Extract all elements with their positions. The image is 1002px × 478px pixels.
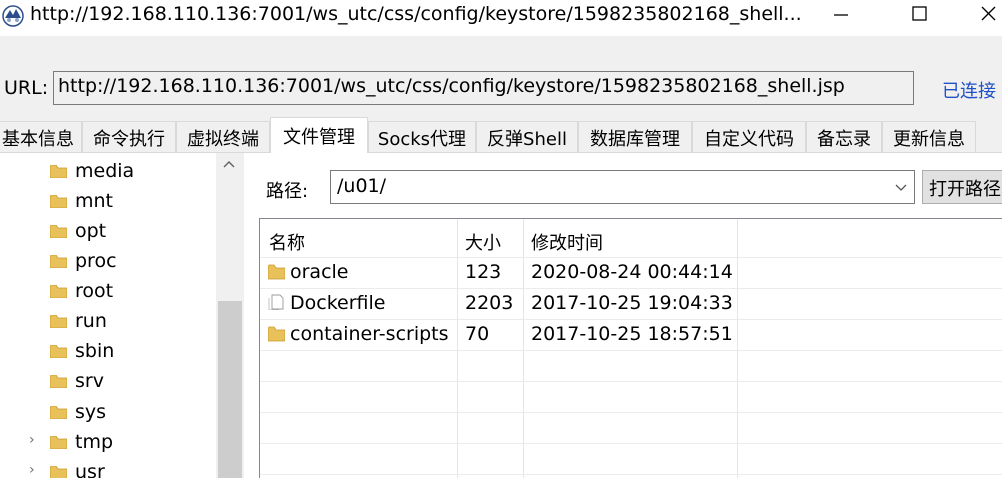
tree-item[interactable]: mnt [0, 186, 216, 216]
tab-database[interactable]: 数据库管理 [578, 121, 692, 152]
tree-item[interactable]: sbin [0, 336, 216, 366]
tab-custom-code[interactable]: 自定义代码 [692, 121, 806, 152]
tab-bar: 基本信息 命令执行 虚拟终端 文件管理 Socks代理 反弹Shell 数据库管… [0, 116, 1002, 153]
row-divider [260, 381, 1002, 382]
tab-reverse-shell[interactable]: 反弹Shell [476, 121, 578, 152]
tab-basic-info[interactable]: 基本信息 [0, 121, 82, 152]
tab-virtual-terminal[interactable]: 虚拟终端 [176, 121, 270, 152]
folder-icon [50, 406, 67, 419]
tree-item[interactable]: › tmp [0, 427, 216, 457]
file-name[interactable]: oracle [290, 261, 349, 283]
file-size: 70 [465, 323, 490, 345]
tree-item-label: usr [75, 461, 105, 478]
folder-icon [268, 264, 285, 280]
file-size: 2203 [465, 292, 514, 314]
folder-icon [50, 315, 67, 328]
file-modified: 2017-10-25 18:57:51 [531, 323, 733, 345]
tree-item-label: opt [75, 220, 107, 242]
directory-tree[interactable]: media mnt opt proc root run sbin srv sys… [0, 153, 244, 478]
minimize-button[interactable] [818, 0, 864, 34]
url-bar: URL: http://192.168.110.136:7001/ws_utc/… [0, 36, 1002, 116]
file-table[interactable]: 名称 大小 修改时间 oracle 123 2020-08-24 00:44:1… [259, 218, 1002, 478]
tree-item-label: media [75, 160, 135, 182]
folder-icon [50, 375, 67, 388]
file-modified: 2020-08-24 00:44:14 [531, 261, 733, 283]
tree-item[interactable]: run [0, 306, 216, 336]
expand-chevron-icon[interactable]: › [29, 462, 35, 478]
folder-icon [50, 195, 67, 208]
column-header-size[interactable]: 大小 [465, 229, 501, 255]
chevron-down-icon[interactable] [894, 177, 908, 197]
column-header-modified[interactable]: 修改时间 [531, 229, 603, 255]
tree-item[interactable]: › usr [0, 457, 216, 478]
maximize-icon [912, 6, 927, 21]
url-label: URL: [4, 77, 49, 99]
path-label: 路径: [266, 181, 309, 202]
file-name[interactable]: container-scripts [290, 323, 449, 345]
minimize-icon [834, 14, 848, 16]
file-name[interactable]: Dockerfile [290, 292, 385, 314]
app-logo-icon [2, 5, 24, 27]
tree-item-label: srv [75, 370, 104, 392]
tree-item-label: tmp [75, 431, 114, 453]
close-icon [981, 6, 996, 21]
folder-icon [50, 285, 67, 298]
tab-file-manager[interactable]: 文件管理 [270, 117, 368, 153]
connection-status: 已连接 [942, 81, 996, 102]
tab-command-exec[interactable]: 命令执行 [82, 121, 176, 152]
path-combobox[interactable]: /u01/ [330, 170, 915, 204]
tree-item-label: sbin [75, 340, 115, 362]
tree-item[interactable]: opt [0, 216, 216, 246]
row-divider [260, 443, 1002, 444]
tree-item[interactable]: root [0, 276, 216, 306]
document-icon [268, 294, 284, 310]
tree-item-label: run [75, 310, 107, 332]
tree-item[interactable]: proc [0, 246, 216, 276]
folder-icon [50, 225, 67, 238]
row-divider [260, 288, 1002, 289]
file-manager-panel: media mnt opt proc root run sbin srv sys… [0, 153, 1002, 478]
row-divider [260, 350, 1002, 351]
tree-item-label: root [75, 280, 114, 302]
url-input[interactable]: http://192.168.110.136:7001/ws_utc/css/c… [53, 71, 914, 105]
file-size: 123 [465, 261, 502, 283]
row-divider [260, 474, 1002, 475]
expand-chevron-icon[interactable]: › [29, 432, 35, 448]
open-path-button[interactable]: 打开路径 [922, 170, 1002, 204]
row-divider [260, 257, 1002, 258]
scroll-up-arrow-icon[interactable] [222, 159, 236, 169]
folder-icon [50, 436, 67, 449]
close-button[interactable] [962, 0, 1002, 34]
row-divider [260, 412, 1002, 413]
tree-item-label: mnt [75, 190, 113, 212]
window-title: http://192.168.110.136:7001/ws_utc/css/c… [30, 3, 802, 25]
tab-update-info[interactable]: 更新信息 [882, 121, 976, 152]
path-value: /u01/ [337, 175, 387, 197]
tree-item-label: proc [75, 250, 117, 272]
file-modified: 2017-10-25 19:04:33 [531, 292, 733, 314]
tab-memo[interactable]: 备忘录 [806, 121, 882, 152]
tree-item[interactable]: srv [0, 366, 216, 396]
tab-socks-proxy[interactable]: Socks代理 [368, 121, 476, 152]
folder-icon [50, 255, 67, 268]
row-divider [260, 319, 1002, 320]
folder-icon [50, 165, 67, 178]
tree-item[interactable]: sys [0, 397, 216, 427]
column-header-name[interactable]: 名称 [269, 229, 305, 255]
folder-icon [268, 326, 285, 342]
scrollbar-thumb[interactable] [218, 301, 242, 478]
tree-item[interactable]: media [0, 156, 216, 186]
tree-item-label: sys [75, 401, 107, 423]
folder-icon [50, 466, 67, 478]
maximize-button[interactable] [896, 0, 942, 34]
title-bar: http://192.168.110.136:7001/ws_utc/css/c… [0, 0, 1002, 36]
folder-icon [50, 345, 67, 358]
tree-scrollbar[interactable] [216, 153, 244, 478]
